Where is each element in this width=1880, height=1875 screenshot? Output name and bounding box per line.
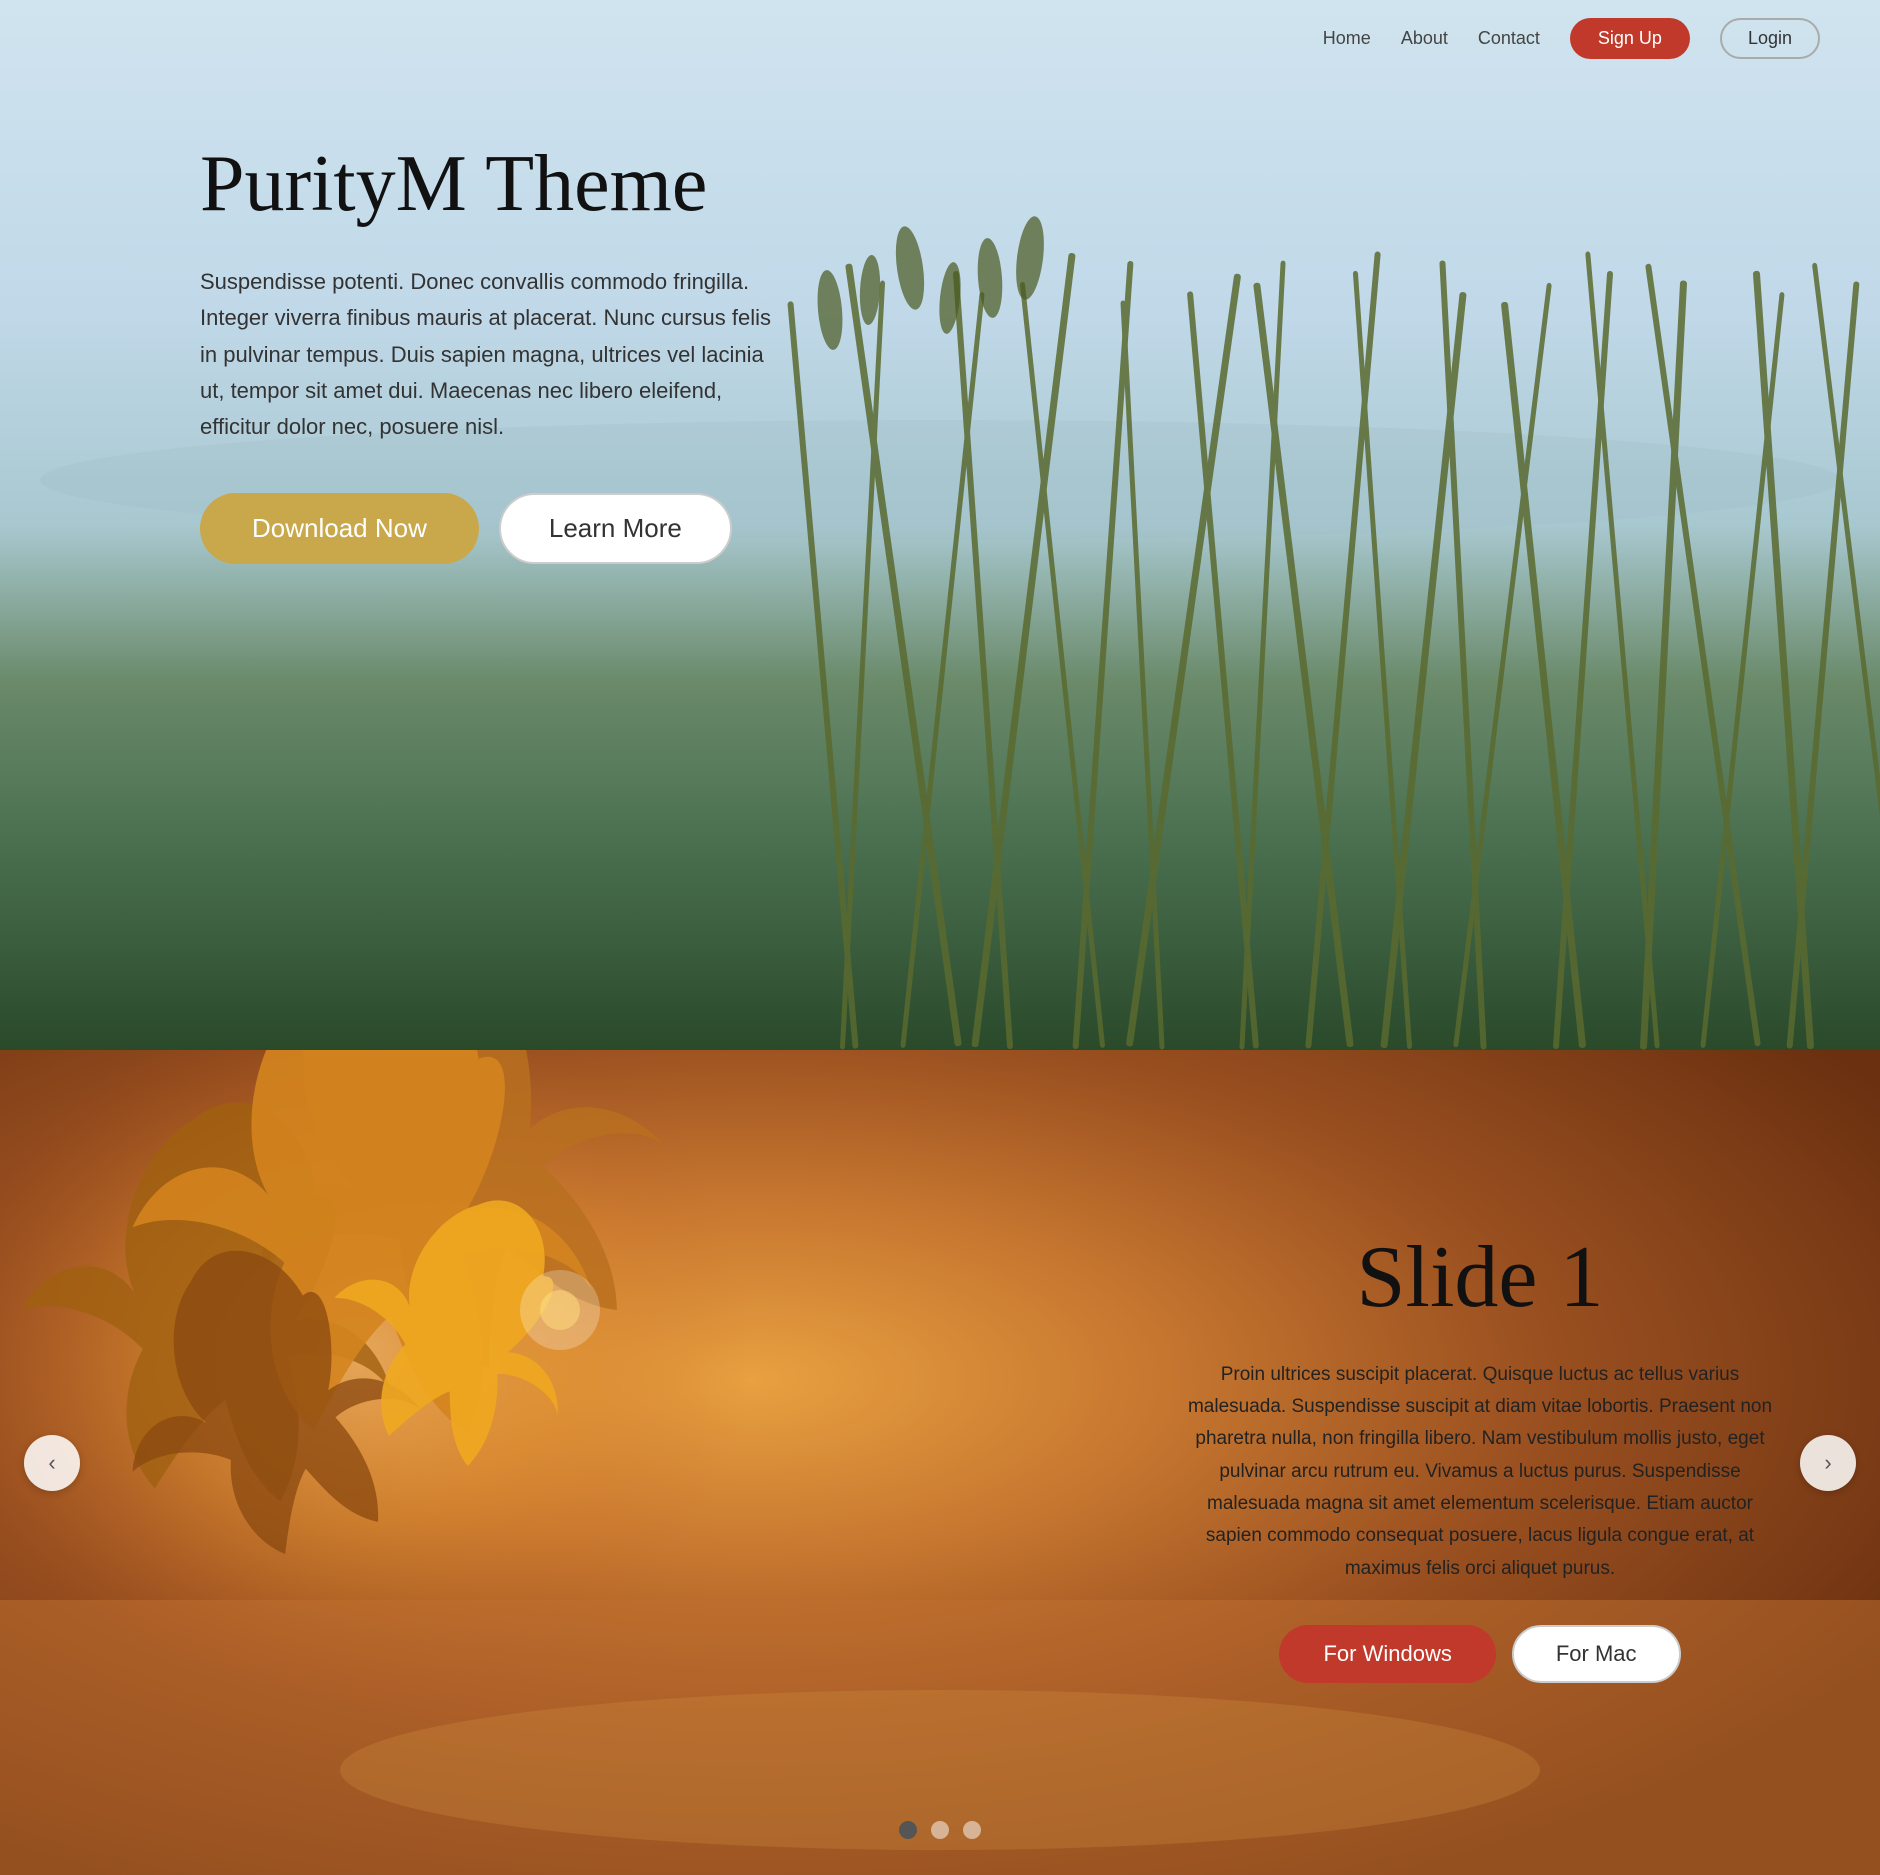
slide-buttons: For Windows For Mac	[1180, 1625, 1780, 1683]
hero-content: PurityM Theme Suspendisse potenti. Donec…	[200, 140, 780, 564]
nav-contact[interactable]: Contact	[1478, 28, 1540, 49]
hero-description: Suspendisse potenti. Donec convallis com…	[200, 264, 780, 445]
nav-about[interactable]: About	[1401, 28, 1448, 49]
download-now-button[interactable]: Download Now	[200, 493, 479, 564]
carousel-dots	[899, 1821, 981, 1839]
carousel-next-button[interactable]: ›	[1800, 1435, 1856, 1491]
hero-section: PurityM Theme Suspendisse potenti. Donec…	[0, 0, 1880, 1050]
signup-button[interactable]: Sign Up	[1570, 18, 1690, 59]
for-windows-button[interactable]: For Windows	[1279, 1625, 1495, 1683]
carousel-dot-3[interactable]	[963, 1821, 981, 1839]
next-arrow-icon: ›	[1824, 1450, 1831, 1476]
learn-more-button[interactable]: Learn More	[499, 493, 732, 564]
nav-home[interactable]: Home	[1323, 28, 1371, 49]
slide-title: Slide 1	[1180, 1230, 1780, 1327]
slide-description: Proin ultrices suscipit placerat. Quisqu…	[1180, 1359, 1780, 1585]
slide-section: ‹ Slide 1 Proin ultrices suscipit placer…	[0, 1050, 1880, 1875]
nav-links: Home About Contact Sign Up Login	[1323, 18, 1820, 59]
login-button[interactable]: Login	[1720, 18, 1820, 59]
carousel-dot-2[interactable]	[931, 1821, 949, 1839]
slide-content: Slide 1 Proin ultrices suscipit placerat…	[1180, 1230, 1780, 1683]
navbar: Home About Contact Sign Up Login	[0, 0, 1880, 77]
hero-buttons: Download Now Learn More	[200, 493, 780, 564]
for-mac-button[interactable]: For Mac	[1512, 1625, 1681, 1683]
prev-arrow-icon: ‹	[48, 1450, 55, 1476]
carousel-dot-1[interactable]	[899, 1821, 917, 1839]
hero-title: PurityM Theme	[200, 140, 780, 228]
carousel-prev-button[interactable]: ‹	[24, 1435, 80, 1491]
